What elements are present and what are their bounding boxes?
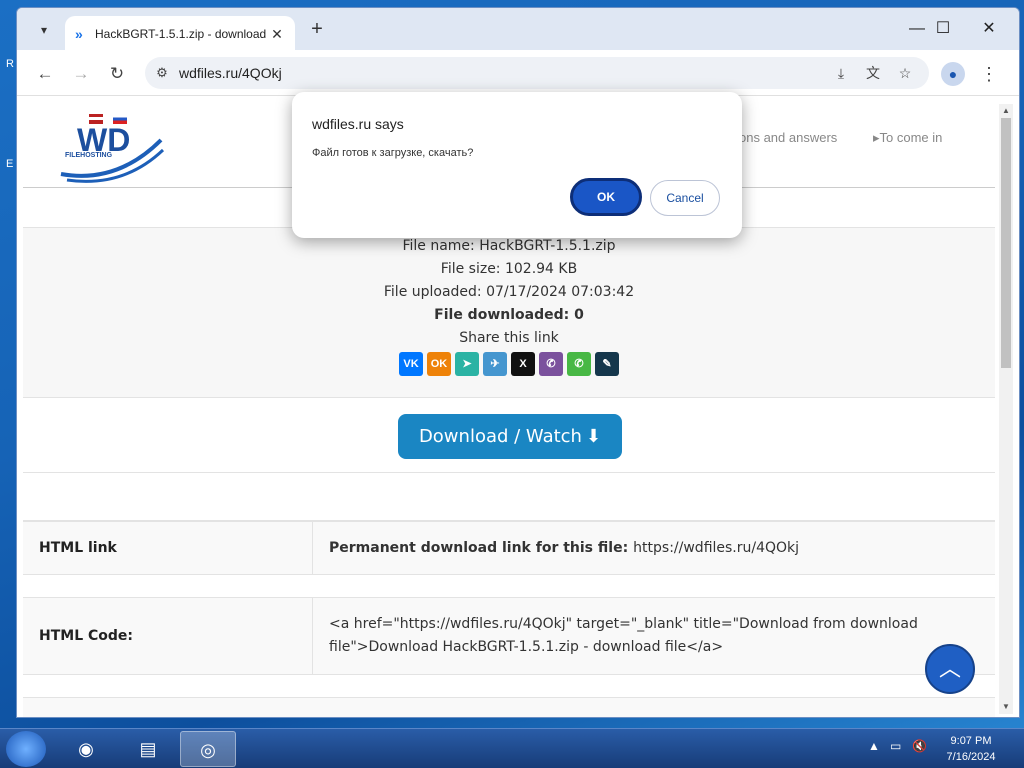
- active-tab[interactable]: » HackBGRT-1.5.1.zip - download ✕: [65, 16, 295, 52]
- tab-title: HackBGRT-1.5.1.zip - download: [95, 27, 267, 41]
- download-icon: ⬇: [585, 426, 602, 447]
- dialog-message: Файл готов к загрузке, скачать?: [312, 147, 474, 159]
- desktop-icon-fragment: E: [6, 158, 14, 170]
- url-text: wdfiles.ru/4QOkj: [179, 65, 282, 81]
- html-code-value[interactable]: <a href="https://wdfiles.ru/4QOkj" targe…: [313, 598, 995, 674]
- download-button-label: Download / Watch: [418, 426, 582, 447]
- file-info-block: File name: HackBGRT-1.5.1.zip File size:…: [23, 228, 995, 398]
- volume-muted-icon[interactable]: 🔇: [912, 739, 927, 753]
- download-row: Download / Watch ⬇: [23, 398, 995, 473]
- tab-close-icon[interactable]: ✕: [269, 26, 285, 43]
- html-link-row: HTML link Permanent download link for th…: [23, 521, 995, 575]
- share-buttons: VK OK ➤ ✈ X ✆ ✆ ✎: [23, 352, 995, 376]
- back-button[interactable]: ←: [31, 60, 59, 88]
- alert-dialog: wdfiles.ru says Файл готов к загрузке, с…: [292, 92, 742, 238]
- html-link-value: Permanent download link for this file: h…: [313, 522, 995, 574]
- page-scrollbar[interactable]: ▲ ▼: [999, 104, 1013, 714]
- html-code-row: HTML Code: <a href="https://wdfiles.ru/4…: [23, 597, 995, 675]
- share-odnoklassniki-icon[interactable]: OK: [427, 352, 451, 376]
- scroll-up-arrow-icon[interactable]: ▲: [999, 104, 1013, 118]
- tab-bar: ▾ » HackBGRT-1.5.1.zip - download ✕ + — …: [17, 8, 1019, 52]
- browser-toolbar: ← → ↻ ⚙ wdfiles.ru/4QOkj ⤓ 文 ☆ ● ⋮: [17, 50, 1019, 96]
- browser-menu-icon[interactable]: ⋮: [979, 60, 999, 88]
- forward-button[interactable]: →: [67, 60, 95, 88]
- permanent-link-url[interactable]: https://wdfiles.ru/4QOkj: [633, 537, 799, 560]
- bookmark-star-icon[interactable]: ☆: [893, 61, 917, 85]
- html-code-label: HTML Code:: [23, 598, 313, 674]
- site-favicon-icon: »: [75, 26, 83, 42]
- address-bar[interactable]: ⚙ wdfiles.ru/4QOkj ⤓ 文 ☆: [145, 57, 929, 89]
- profile-avatar-icon[interactable]: ●: [941, 62, 965, 86]
- network-icon[interactable]: ▭: [890, 739, 901, 753]
- reload-button[interactable]: ↻: [103, 60, 131, 88]
- scroll-to-top-button[interactable]: ︿: [925, 644, 975, 694]
- share-telegram-icon[interactable]: ✈: [483, 352, 507, 376]
- blank-row: [23, 473, 995, 521]
- file-uploaded: File uploaded: 07/17/2024 07:03:42: [383, 284, 635, 300]
- scroll-down-arrow-icon[interactable]: ▼: [999, 700, 1013, 714]
- next-row: [23, 697, 995, 717]
- clock-date: 7/16/2024: [946, 751, 996, 763]
- explorer-taskbar-icon[interactable]: ▤: [120, 731, 176, 767]
- html-link-label: HTML link: [23, 522, 313, 574]
- desktop-icon-fragment: R: [6, 58, 14, 70]
- clock-time: 9:07 PM: [950, 735, 992, 747]
- desktop-edge: R E: [0, 0, 16, 730]
- tab-search-button[interactable]: ▾: [31, 18, 57, 42]
- logo-swoosh-icon: [60, 138, 165, 183]
- share-whatsapp-icon[interactable]: ✆: [567, 352, 591, 376]
- show-hidden-icons-icon[interactable]: ▲: [868, 739, 880, 753]
- new-tab-button[interactable]: +: [305, 18, 329, 42]
- file-name: File name: HackBGRT-1.5.1.zip: [402, 238, 616, 254]
- nav-login-label: To come in: [879, 130, 943, 145]
- dialog-cancel-button[interactable]: Cancel: [650, 180, 720, 216]
- close-window-button[interactable]: ✕: [969, 16, 1009, 42]
- dialog-title: wdfiles.ru says: [312, 116, 404, 132]
- file-downloaded: File downloaded: 0: [434, 307, 584, 323]
- share-x-icon[interactable]: X: [511, 352, 535, 376]
- dialog-ok-button[interactable]: OK: [570, 178, 642, 216]
- file-size: File size: 102.94 KB: [440, 261, 578, 277]
- nav-login-link[interactable]: ▸To come in: [873, 130, 942, 146]
- site-info-icon[interactable]: ⚙: [145, 65, 179, 81]
- share-viber-icon[interactable]: ✆: [539, 352, 563, 376]
- scrollbar-thumb[interactable]: [1001, 118, 1011, 368]
- download-watch-button[interactable]: Download / Watch ⬇: [398, 414, 622, 459]
- taskbar-clock[interactable]: 9:07 PM 7/16/2024: [940, 733, 1002, 765]
- install-app-icon[interactable]: ⤓: [829, 61, 853, 85]
- share-vk-icon[interactable]: VK: [399, 352, 423, 376]
- share-livejournal-icon[interactable]: ✎: [595, 352, 619, 376]
- start-button[interactable]: [6, 731, 46, 767]
- share-forward-icon[interactable]: ➤: [455, 352, 479, 376]
- chrome-taskbar-icon[interactable]: ◎: [180, 731, 236, 767]
- site-logo[interactable]: WD FILEHOSTING: [57, 104, 167, 184]
- permanent-link-label: Permanent download link for this file:: [329, 539, 629, 556]
- translate-icon[interactable]: 文: [861, 61, 885, 85]
- share-label: Share this link: [459, 330, 559, 346]
- maximize-button[interactable]: ☐: [923, 16, 963, 42]
- nav-questions-link[interactable]: ons and answers: [739, 130, 837, 145]
- taskbar: ◉ ▤ ◎ ▲ ▭ 🔇 9:07 PM 7/16/2024: [0, 728, 1024, 768]
- edge-taskbar-icon[interactable]: ◉: [58, 731, 114, 767]
